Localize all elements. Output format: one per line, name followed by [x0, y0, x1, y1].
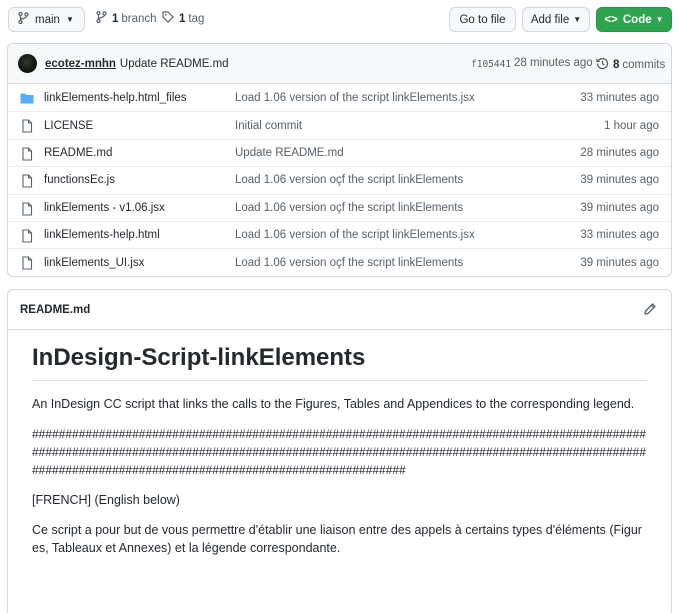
file-name-link[interactable]: linkElements-help.html [44, 229, 160, 241]
code-label: Code [622, 13, 652, 26]
file-icon [20, 119, 34, 133]
file-icon [20, 174, 34, 188]
add-file-button[interactable]: Add file ▼ [522, 7, 590, 32]
history-icon [596, 57, 609, 73]
readme-french-text: Ce script a pour but de vous permettre d… [32, 523, 642, 555]
file-name-link[interactable]: LICENSE [44, 120, 93, 132]
file-commit-time: 28 minutes ago [580, 146, 659, 159]
file-name-link[interactable]: linkElements_UI.jsx [44, 257, 144, 269]
branch-select-button[interactable]: main ▼ [8, 7, 85, 32]
avatar[interactable] [18, 54, 37, 73]
add-file-label: Add file [530, 13, 570, 26]
latest-commit-bar: ecotez-mnhn Update README.md f105441 28 … [8, 44, 671, 84]
file-commit-time: 33 minutes ago [580, 91, 659, 104]
file-row[interactable]: linkElements_UI.jsx Load 1.06 version oçf… [8, 248, 671, 275]
file-list: ecotez-mnhn Update README.md f105441 28 … [7, 43, 672, 277]
file-row[interactable]: linkElements-help.html Load 1.06 version … [8, 220, 671, 248]
readme-header: README.md [8, 290, 671, 330]
tag-count: 1 [179, 12, 186, 25]
file-name-link[interactable]: linkElements-help.html_files [44, 92, 187, 104]
commit-text: commits [622, 59, 666, 71]
readme-french-tag: [FRENCH] (English below) [32, 493, 180, 507]
tag-icon [162, 11, 174, 26]
file-commit-message[interactable]: Initial commit [235, 120, 302, 132]
chevron-down-icon: ▼ [573, 15, 582, 24]
file-commit-message[interactable]: Load 1.06 version of the script linkElem… [235, 229, 475, 241]
file-row[interactable]: functionsEc.js Load 1.06 version oçf the … [8, 166, 671, 193]
file-icon [20, 202, 34, 216]
file-commit-message[interactable]: Load 1.06 version oçf the script linkEle… [235, 257, 463, 269]
file-commit-time: 39 minutes ago [580, 256, 659, 269]
branch-name: main [35, 13, 60, 26]
commit-sha[interactable]: f105441 [471, 59, 511, 70]
readme-filename[interactable]: README.md [20, 304, 90, 316]
repo-toolbar: main ▼ 1 branch 1 tag Go to file Add fil… [0, 0, 680, 40]
file-name-link[interactable]: README.md [44, 147, 112, 159]
file-row[interactable]: README.md Update README.md 28 minutes ago [8, 138, 671, 166]
file-icon [20, 147, 34, 161]
commit-count: 8 [613, 59, 620, 71]
file-commit-message[interactable]: Load 1.06 version oçf the script linkEle… [235, 174, 463, 186]
file-commit-message[interactable]: Load 1.06 version of the script linkElem… [235, 92, 475, 104]
file-commit-time: 1 hour ago [604, 119, 659, 132]
file-commit-time: 33 minutes ago [580, 229, 659, 242]
commit-message[interactable]: Update README.md [120, 58, 229, 70]
branch-text: branch [121, 12, 157, 25]
pencil-icon[interactable] [643, 302, 657, 316]
file-icon [20, 229, 34, 243]
go-to-file-button[interactable]: Go to file [449, 7, 516, 32]
commits-link[interactable]: 8 commits [596, 57, 665, 73]
readme-heading: InDesign-Script-linkElements [32, 344, 647, 381]
readme-hash-divider: ########################################… [32, 427, 646, 477]
code-button[interactable]: <> Code ▼ [596, 7, 672, 32]
readme-intro: An InDesign CC script that links the cal… [32, 397, 635, 411]
file-row[interactable]: linkElements - v1.06.jsx Load 1.06 versio… [8, 193, 671, 221]
file-icon [20, 256, 34, 270]
branches-link[interactable]: 1 branch [96, 10, 157, 26]
code-icon: <> [604, 13, 618, 26]
folder-icon [20, 91, 34, 105]
file-row[interactable]: LICENSE Initial commit 1 hour ago [8, 111, 671, 138]
file-commit-time: 39 minutes ago [580, 201, 659, 214]
readme-panel: README.md InDesign-Script-linkElements A… [7, 289, 672, 613]
file-commit-message[interactable]: Update README.md [235, 147, 344, 159]
readme-content: InDesign-Script-linkElements An InDesign… [8, 330, 671, 557]
file-name-link[interactable]: linkElements - v1.06.jsx [44, 202, 165, 214]
commit-time: 28 minutes ago [514, 57, 593, 69]
chevron-down-icon: ▼ [65, 15, 74, 24]
file-name-link[interactable]: functionsEc.js [44, 174, 115, 186]
branch-icon [18, 11, 29, 27]
branch-count: 1 [112, 12, 119, 25]
file-row[interactable]: linkElements-help.html_files Load 1.06 ve… [8, 84, 671, 111]
tag-text: tag [188, 12, 205, 25]
commit-author[interactable]: ecotez-mnhn [45, 58, 116, 70]
tags-link[interactable]: 1 tag [162, 11, 204, 26]
file-commit-message[interactable]: Load 1.06 version oçf the script linkEle… [235, 202, 463, 214]
file-commit-time: 39 minutes ago [580, 174, 659, 187]
chevron-down-icon: ▼ [655, 15, 664, 24]
branch-icon [96, 10, 107, 26]
